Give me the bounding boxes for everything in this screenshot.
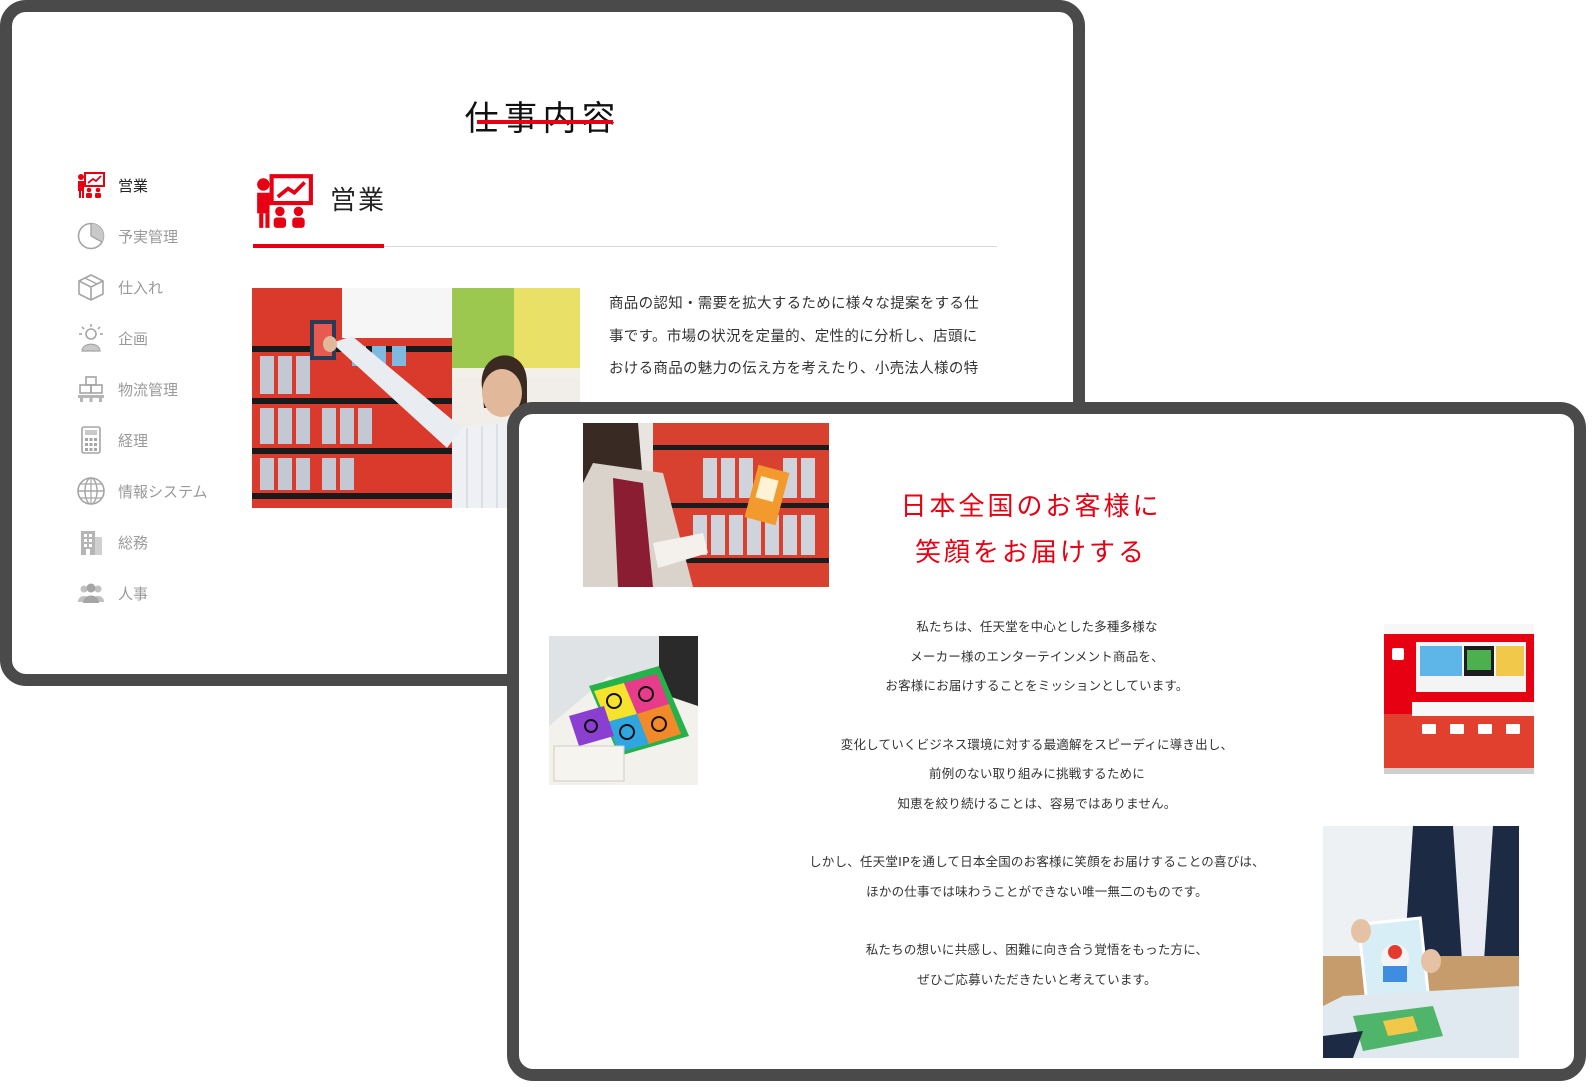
message-paragraph: 変化していくビジネス環境に対する最適解をスピーディに導き出し、 前例のない取り組…	[779, 730, 1295, 819]
description-line: おける商品の魅力の伝え方を考えたり、小売法人様の特	[609, 361, 979, 377]
headline-line: 笑顔をお届けする	[914, 538, 1147, 568]
message-line: 知恵を絞り続けることは、容易ではありません。	[897, 795, 1177, 811]
message-line: 私たちの想いに共感し、困難に向き合う覚悟をもった方に、	[865, 942, 1209, 957]
nav-label: 営業	[118, 176, 149, 195]
message-headline: 日本全国のお客様に 笑顔をお届けする	[849, 484, 1213, 576]
description-line: 商品の認知・需要を拡大するために様々な提案をする仕	[609, 296, 979, 312]
nav-label: 情報システム	[118, 482, 208, 501]
people-icon	[76, 578, 106, 608]
nav-item-logistics[interactable]: 物流管理	[76, 374, 246, 404]
page-title: 仕事内容	[464, 98, 621, 139]
nav-item-sales[interactable]: 営業	[76, 170, 246, 200]
message-line: お客様にお届けすることをミッションとしています。	[885, 678, 1189, 693]
nav-item-purchasing[interactable]: 仕入れ	[76, 272, 246, 302]
calculator-icon	[76, 425, 106, 455]
message-line: しかし、任天堂IPを通して日本全国のお客様に笑顔をお届けすることの喜びは、	[809, 854, 1265, 869]
message-paragraph: 私たちは、任天堂を中心とした多種多様な メーカー様のエンターテインメント商品を、…	[779, 612, 1295, 701]
section-title: 営業	[330, 186, 387, 216]
nav-label: 経理	[118, 431, 149, 450]
message-paragraph: 私たちの想いに共感し、困難に向き合う覚悟をもった方に、 ぜひご応募いただきたいと…	[779, 935, 1295, 994]
message-line: ぜひご応募いただきたいと考えています。	[917, 971, 1157, 987]
nav-item-it[interactable]: 情報システム	[76, 476, 246, 506]
message-body: 私たちは、任天堂を中心とした多種多様な メーカー様のエンターテインメント商品を、…	[779, 612, 1295, 1023]
globe-icon	[76, 476, 106, 506]
stacked-boxes-icon	[76, 374, 106, 404]
pie-chart-icon	[76, 221, 106, 251]
presentation-icon	[76, 170, 106, 200]
message-line: 私たちは、任天堂を中心とした多種多様な	[916, 619, 1158, 634]
headline-line: 日本全国のお客様に	[900, 492, 1162, 522]
staff-with-product-photo	[583, 423, 829, 587]
merchandise-photo	[549, 636, 698, 785]
description-line: 事です。市場の状況を定量的、定性的に分析し、店頭に	[609, 328, 978, 345]
nav-item-budget[interactable]: 予実管理	[76, 221, 246, 251]
presentation-icon	[253, 170, 315, 232]
section-divider-accent	[253, 244, 384, 248]
box-icon	[76, 272, 106, 302]
business-meeting-photo	[1323, 826, 1519, 1058]
nav-label: 人事	[118, 584, 149, 603]
message-line: ほかの仕事では味わうことができない唯一無二のものです。	[866, 883, 1208, 899]
message-line: メーカー様のエンターテインメント商品を、	[910, 648, 1164, 664]
title-underline	[477, 120, 613, 124]
message-line: 前例のない取り組みに挑戦するために	[929, 766, 1145, 781]
message-paragraph: しかし、任天堂IPを通して日本全国のお客様に笑顔をお届けすることの喜びは、 ほか…	[779, 847, 1295, 906]
nav-label: 総務	[118, 533, 149, 552]
nav-label: 仕入れ	[118, 278, 164, 297]
nav-label: 物流管理	[118, 380, 179, 399]
nav-label: 予実管理	[118, 227, 179, 246]
nav-item-general-affairs[interactable]: 総務	[76, 527, 246, 557]
message-window: 日本全国のお客様に 笑顔をお届けする 私たちは、任天堂を中心とした多種多様な メ…	[507, 402, 1586, 1081]
message-line: 変化していくビジネス環境に対する最適解をスピーディに導き出し、	[840, 736, 1234, 752]
nav-label: 企画	[118, 329, 149, 348]
nav-item-planning[interactable]: 企画	[76, 323, 246, 353]
section-description: 商品の認知・需要を拡大するために様々な提案をする仕 事です。市場の状況を定量的、…	[609, 288, 1007, 386]
nav-item-accounting[interactable]: 経理	[76, 425, 246, 455]
building-icon	[76, 527, 106, 557]
idea-person-icon	[76, 323, 106, 353]
job-category-nav: 営業 予実管理 仕入れ 企画 物流管理 経理 情報システム 総務 人事	[76, 170, 246, 629]
nav-item-hr[interactable]: 人事	[76, 578, 246, 608]
store-display-photo	[1384, 624, 1534, 774]
